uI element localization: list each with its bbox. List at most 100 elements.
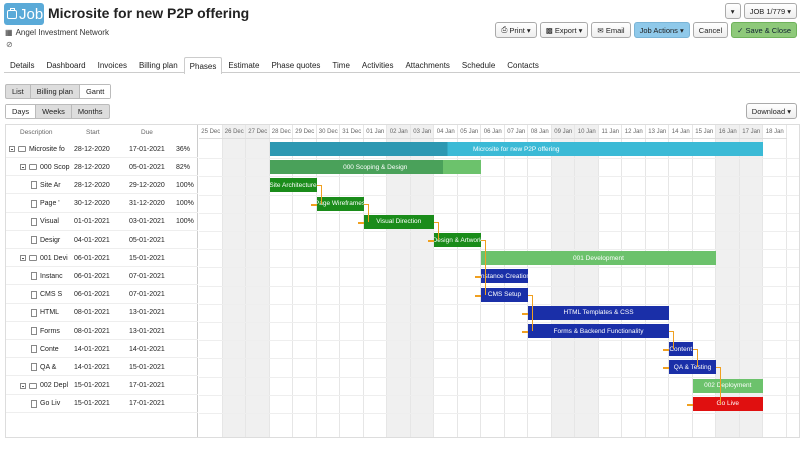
table-row[interactable]: QA & 14-01-2021 15-01-2021 [6, 358, 198, 377]
column-header-due[interactable]: Due [141, 125, 153, 139]
table-row[interactable]: Go Liv 15-01-2021 17-01-2021 [6, 395, 198, 413]
save-close-button[interactable]: ✓ Save & Close [731, 22, 797, 38]
table-row[interactable]: Instanc 06-01-2021 07-01-2021 [6, 267, 198, 286]
gantt-bar[interactable]: Page Wireframes [316, 196, 364, 211]
job-menu-dropdown-button[interactable]: ▾ [724, 3, 741, 19]
organization-icon: ▦ [5, 28, 13, 37]
export-button[interactable]: ▩ Export ▾ [539, 22, 589, 38]
column-header-description[interactable]: Description [20, 125, 53, 139]
dependency-connector [716, 367, 721, 404]
table-row[interactable]: 000 Scop 28-12-2020 05-01-2021 82% [6, 158, 198, 177]
scale-days[interactable]: Days [6, 105, 37, 118]
print-button[interactable]: ⎙ Print ▾ [495, 22, 537, 38]
table-row[interactable]: Site Ar 28-12-2020 29-12-2020 100% [6, 176, 198, 195]
gantt-bar[interactable]: CMS Setup [481, 287, 528, 302]
gantt-bar[interactable]: 001 Development [481, 251, 716, 266]
table-row[interactable]: Visual 01-01-2021 03-01-2021 100% [6, 213, 198, 231]
client-label: Angel Investment Network [15, 28, 109, 37]
tab-phases[interactable]: Phases [183, 57, 223, 74]
scale-months[interactable]: Months [72, 105, 109, 118]
description-text: Desigr [40, 236, 61, 244]
description-cell: 000 Scop [20, 158, 81, 176]
row-gridline [199, 249, 799, 251]
tab-bar: Details Dashboard Invoices Billing plan Phas… [4, 57, 800, 74]
timeline: 25 Dec 26 Dec 27 Dec 28 Dec 29 Dec 30 Dec 31 D… [199, 125, 799, 437]
due-cell: 17-01-2021 [129, 145, 165, 153]
due-cell: 13-01-2021 [129, 309, 165, 317]
eye-off-icon[interactable]: ⊘ [6, 40, 13, 49]
table-row[interactable]: CMS S 06-01-2021 07-01-2021 [6, 286, 198, 304]
tab-details[interactable]: Details [4, 57, 40, 73]
view-list[interactable]: List [6, 85, 31, 98]
collapse-icon[interactable] [20, 164, 26, 171]
gantt-bar[interactable]: Visual Direction [363, 214, 434, 229]
day-label: 12 Jan [622, 125, 646, 139]
gantt-chart: Description Start Due Microsite fo 28-12-… [5, 124, 800, 438]
collapse-icon[interactable] [20, 382, 26, 389]
table-row[interactable]: Conte 14-01-2021 14-01-2021 [6, 340, 198, 359]
job-actions-button[interactable]: Job Actions ▾ [633, 22, 690, 38]
collapse-icon[interactable] [20, 255, 26, 262]
gantt-bar[interactable]: Site Architecture [269, 178, 317, 193]
export-label: Export [554, 25, 577, 35]
email-label: Email [605, 25, 625, 35]
day-label: 09 Jan [551, 125, 575, 139]
start-cell: 14-01-2021 [74, 345, 110, 353]
gantt-bar[interactable]: Design & Artwork [434, 233, 481, 247]
scale-weeks[interactable]: Weeks [36, 105, 72, 118]
cancel-button[interactable]: Cancel [692, 22, 729, 38]
task-icon [31, 236, 37, 244]
chevron-down-icon: ▾ [730, 6, 735, 16]
gantt-bar[interactable]: Microsite for new P2P offering [269, 142, 763, 156]
gantt-bar[interactable]: Go Live [692, 396, 763, 411]
day-label: 30 Dec [316, 125, 340, 139]
description-cell: 002 Depl [20, 377, 81, 395]
description-text: Go Liv [40, 400, 61, 408]
download-button[interactable]: Download ▾ [745, 103, 797, 119]
gantt-bar[interactable]: HTML Templates & CSS [528, 305, 669, 320]
email-button[interactable]: ✉ Email [591, 22, 631, 38]
tab-invoices[interactable]: Invoices [92, 57, 133, 73]
job-number-selector[interactable]: JOB 1/779 ▾ [743, 3, 797, 19]
view-gantt[interactable]: Gantt [79, 85, 111, 98]
gantt-bar-label: Visual Direction [376, 218, 422, 226]
dependency-connector [357, 221, 364, 224]
tab-attachments[interactable]: Attachments [399, 57, 455, 73]
view-billing-plan[interactable]: Billing plan [31, 85, 80, 98]
tab-phase-quotes[interactable]: Phase quotes [265, 57, 326, 73]
gantt-bar[interactable]: 000 Scoping & Design [269, 160, 481, 175]
gantt-bar[interactable]: 002 Deployment [692, 378, 763, 393]
tab-estimate[interactable]: Estimate [222, 57, 265, 73]
task-grid: Description Start Due Microsite fo 28-12-… [6, 125, 198, 437]
table-row[interactable]: Microsite fo 28-12-2020 17-01-2021 36% [6, 140, 198, 158]
description-text: 001 Devi [40, 254, 68, 262]
gantt-bar-label: HTML Templates & CSS [563, 309, 634, 317]
tab-schedule[interactable]: Schedule [456, 57, 501, 73]
start-cell: 06-01-2021 [74, 254, 110, 262]
tab-time[interactable]: Time [326, 57, 355, 73]
day-column [199, 125, 223, 437]
dependency-connector [692, 349, 698, 368]
column-header-start[interactable]: Start [86, 125, 100, 139]
table-row[interactable]: Page ' 30-12-2020 31-12-2020 100% [6, 195, 198, 213]
gantt-bar[interactable]: Forms & Backend Functionality [528, 324, 669, 338]
start-cell: 14-01-2021 [74, 363, 110, 371]
collapse-icon[interactable] [9, 146, 15, 152]
day-label: 13 Jan [645, 125, 669, 139]
table-row[interactable]: 001 Devi 06-01-2021 15-01-2021 [6, 249, 198, 268]
table-row[interactable]: Desigr 04-01-2021 05-01-2021 [6, 231, 198, 249]
gantt-bar[interactable]: Instance Creation [481, 269, 528, 284]
table-row[interactable]: HTML 08-01-2021 13-01-2021 [6, 304, 198, 322]
progress-cell: 100% [176, 200, 194, 208]
table-row[interactable]: 002 Depl 15-01-2021 17-01-2021 [6, 377, 198, 395]
tab-activities[interactable]: Activities [356, 57, 400, 73]
progress-cell: 100% [176, 181, 194, 189]
gantt-bar-label: Page Wireframes [316, 200, 364, 208]
client-name[interactable]: ▦ Angel Investment Network [5, 28, 109, 37]
table-row[interactable]: Forms 08-01-2021 13-01-2021 [6, 322, 198, 340]
tab-dashboard[interactable]: Dashboard [40, 57, 91, 73]
tab-contacts[interactable]: Contacts [501, 57, 545, 73]
gantt-bar-label: Site Architecture [269, 181, 317, 189]
tab-billing-plan[interactable]: Billing plan [133, 57, 184, 73]
due-cell: 15-01-2021 [129, 254, 165, 262]
